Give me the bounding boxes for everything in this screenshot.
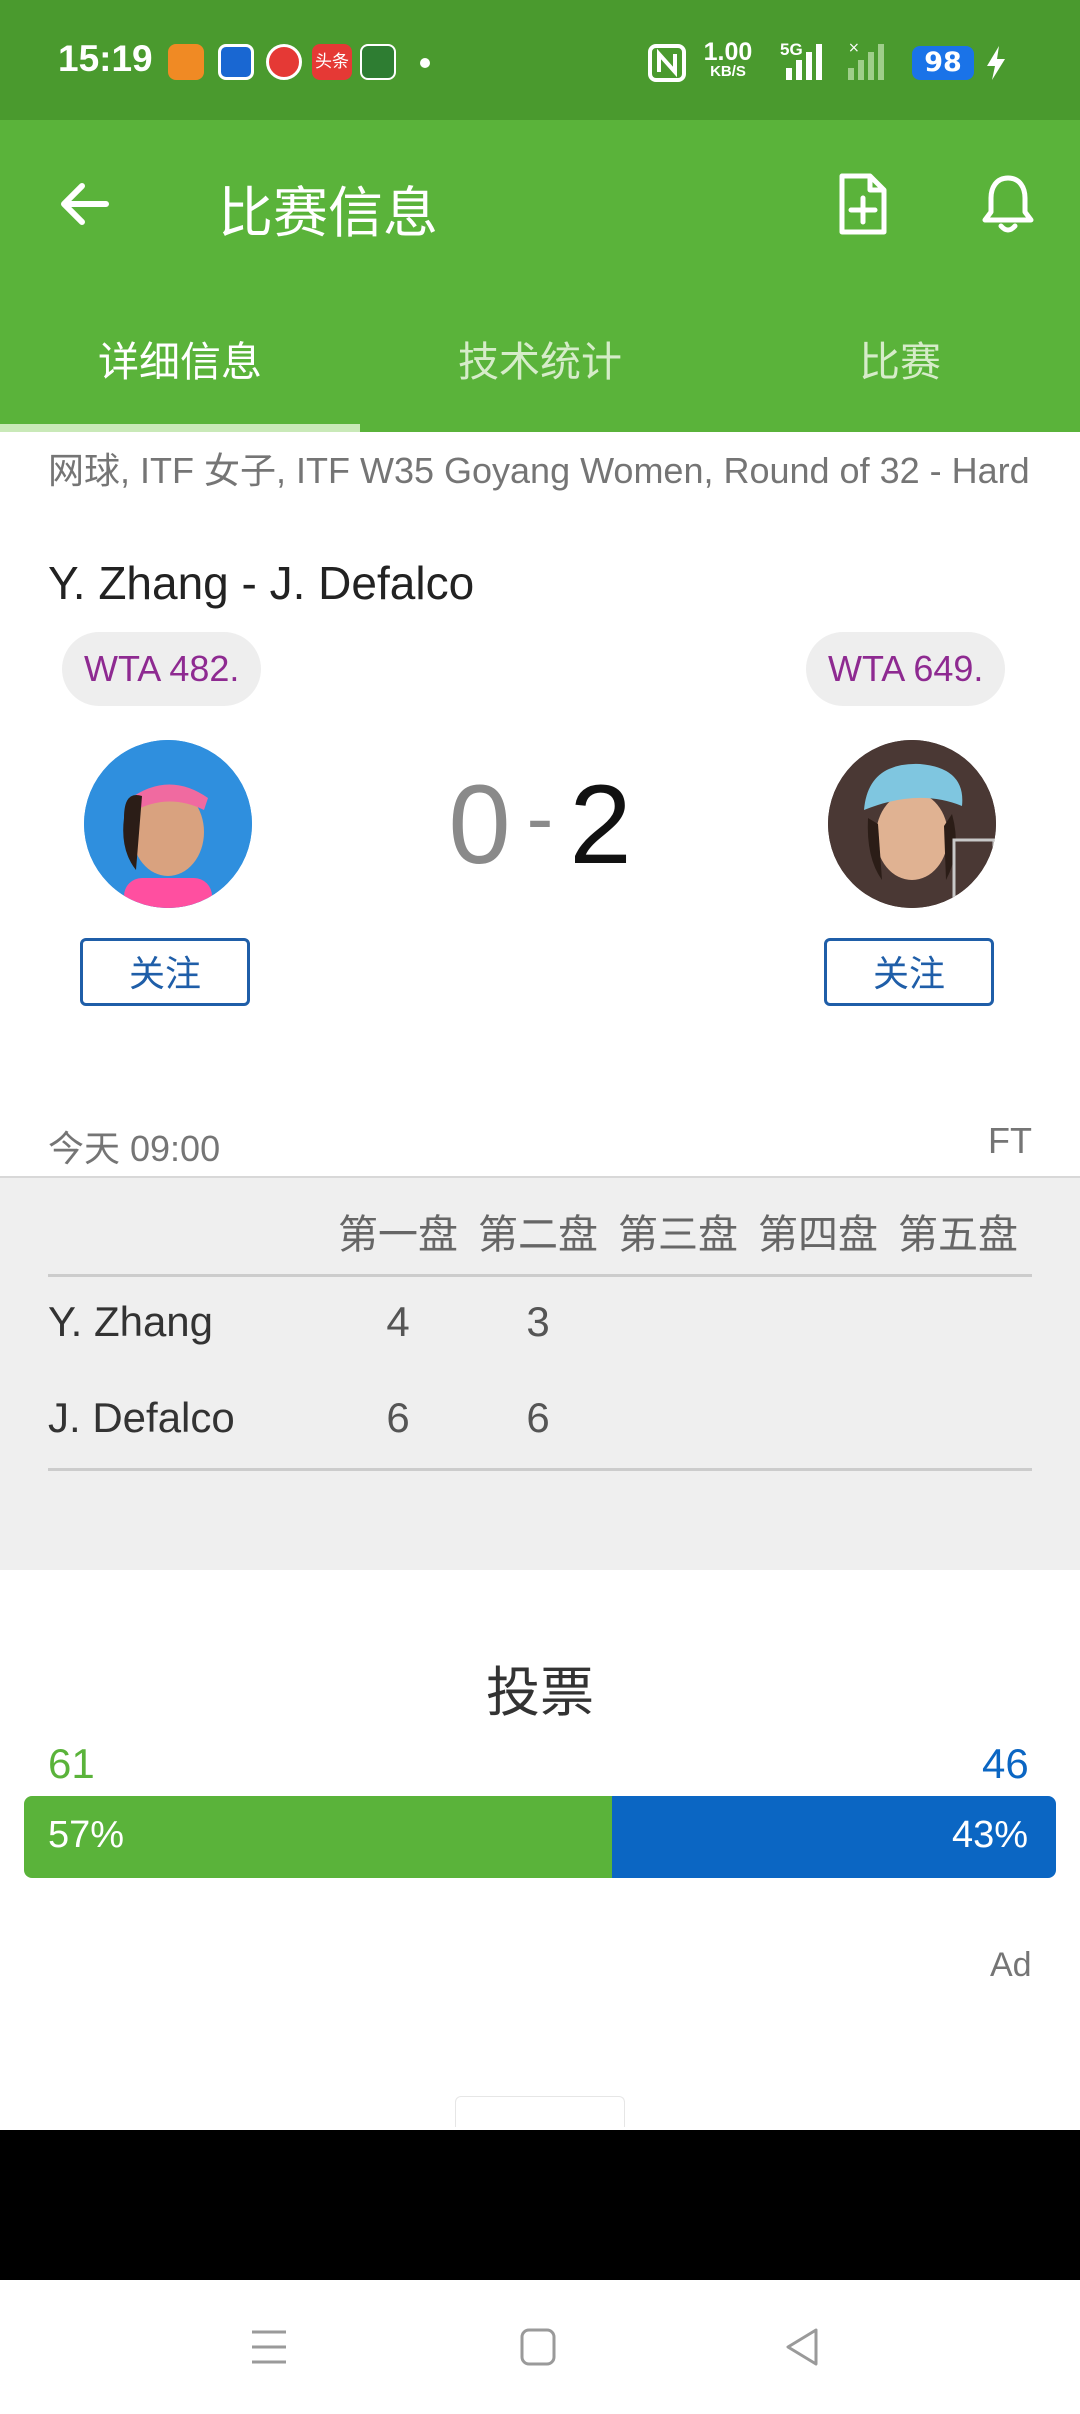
black-area bbox=[0, 2130, 1080, 2280]
ad-label: Ad bbox=[990, 1946, 1032, 1984]
arrow-left-icon[interactable] bbox=[56, 180, 112, 228]
divider bbox=[48, 1274, 1032, 1277]
app-notification-icon bbox=[218, 44, 254, 80]
home-icon[interactable] bbox=[518, 2326, 558, 2368]
home-vote-percent: 57% bbox=[48, 1814, 125, 1856]
away-player-avatar[interactable] bbox=[828, 740, 996, 908]
match-status: FT bbox=[988, 1120, 1032, 1161]
page-title: 比赛信息 bbox=[218, 182, 439, 244]
battery-level: 98 bbox=[912, 46, 974, 80]
svg-text:×: × bbox=[848, 40, 860, 56]
follow-home-button[interactable]: 关注 bbox=[80, 938, 250, 1006]
add-document-icon[interactable] bbox=[836, 172, 890, 236]
oppo-app-icon bbox=[360, 44, 396, 80]
back-icon[interactable] bbox=[782, 2326, 822, 2368]
tab-details[interactable]: 详细信息 bbox=[0, 328, 360, 388]
away-rank-badge: WTA 649. bbox=[806, 632, 1006, 706]
home-rank-badge: WTA 482. bbox=[62, 632, 262, 706]
score-separator: - bbox=[526, 773, 554, 862]
net-speed: 1.00 KB/S bbox=[703, 38, 753, 80]
menu-icon[interactable] bbox=[248, 2326, 290, 2368]
home-player-avatar[interactable] bbox=[84, 740, 252, 908]
toutiao-app-icon: 头条 bbox=[312, 44, 352, 80]
set-score: 6 bbox=[386, 1394, 410, 1441]
set-header: 第三盘 bbox=[618, 1212, 738, 1258]
vote-title: 投票 bbox=[486, 1661, 594, 1724]
set-row-player: Y. Zhang bbox=[48, 1298, 214, 1345]
set-header: 第二盘 bbox=[478, 1212, 598, 1258]
more-notifications-dot bbox=[420, 58, 430, 68]
vote-bar[interactable] bbox=[24, 1796, 1056, 1878]
match-score: 0-2 bbox=[380, 760, 700, 889]
match-datetime: 今天 09:00 bbox=[48, 1128, 221, 1169]
video-app-icon bbox=[266, 44, 302, 80]
set-header: 第一盘 bbox=[338, 1212, 458, 1258]
set-header: 第五盘 bbox=[898, 1212, 1018, 1258]
status-time: 15:19 bbox=[58, 38, 153, 79]
bell-icon[interactable] bbox=[980, 172, 1036, 236]
ad-card[interactable] bbox=[455, 2096, 625, 2127]
tab-indicator bbox=[0, 424, 360, 432]
set-score: 4 bbox=[386, 1298, 410, 1345]
app-notification-icon bbox=[168, 44, 204, 80]
set-row-player: J. Defalco bbox=[48, 1394, 235, 1441]
tab-matches[interactable]: 比赛 bbox=[720, 328, 1080, 388]
home-score: 0 bbox=[448, 762, 511, 887]
set-score: 6 bbox=[526, 1394, 550, 1441]
home-vote-count: 61 bbox=[48, 1740, 95, 1787]
away-score: 2 bbox=[569, 762, 632, 887]
match-tournament-info: 网球, ITF 女子, ITF W35 Goyang Women, Round … bbox=[48, 450, 1030, 491]
follow-away-button[interactable]: 关注 bbox=[824, 938, 994, 1006]
match-title: Y. Zhang - J. Defalco bbox=[48, 557, 475, 609]
signal-icon: × bbox=[786, 40, 884, 80]
nfc-icon bbox=[648, 44, 686, 82]
player-photo bbox=[828, 740, 996, 908]
set-header: 第四盘 bbox=[758, 1212, 878, 1258]
player-photo bbox=[84, 740, 252, 908]
away-vote-count: 46 bbox=[982, 1740, 1029, 1787]
divider bbox=[48, 1468, 1032, 1471]
charging-icon bbox=[987, 46, 1005, 80]
away-vote-percent: 43% bbox=[952, 1814, 1029, 1856]
tab-stats[interactable]: 技术统计 bbox=[360, 328, 720, 388]
set-score: 3 bbox=[526, 1298, 550, 1345]
